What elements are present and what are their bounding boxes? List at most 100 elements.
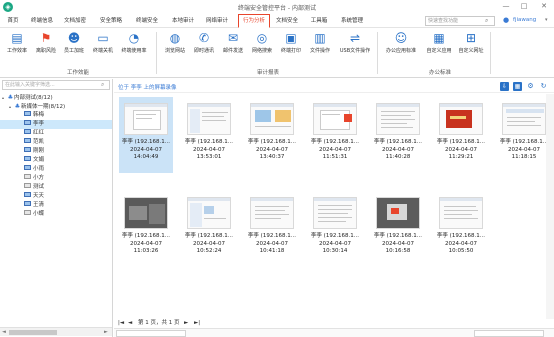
maximize-button[interactable]: □	[518, 1, 530, 12]
tool-im[interactable]: ✆ 即时通讯	[189, 31, 219, 65]
tool-shutdown[interactable]: ▭ 终端关机	[88, 31, 118, 65]
chevron-down-icon[interactable]: ▾	[545, 17, 548, 23]
menu-doc-security[interactable]: 文档安全	[274, 14, 300, 28]
menu-terminal-info[interactable]: 终端信息	[29, 14, 55, 28]
menu-doc-encrypt[interactable]: 文档加密	[62, 14, 88, 28]
next-page-button[interactable]: ►	[184, 318, 188, 328]
export-icon[interactable]: ⇩	[500, 82, 509, 91]
screenshot-thumbnail[interactable]	[187, 103, 231, 135]
tool-custom-app[interactable]: ▦ 自定义应用	[424, 31, 454, 65]
menu-system-admin[interactable]: 系统管理	[338, 14, 366, 28]
tree-item[interactable]: 王清	[0, 201, 112, 210]
menu-terminal-security[interactable]: 终端安全	[134, 14, 160, 28]
scrollbar-thumb[interactable]	[9, 330, 57, 335]
screenshot-time: 13:53:01	[196, 154, 222, 160]
tree-item[interactable]: 天天	[0, 192, 112, 201]
scroll-left-icon[interactable]: ◄	[2, 329, 6, 335]
tree-filter-input[interactable]: 在此输入关键字筛选...	[2, 80, 110, 90]
vertical-scrollbar[interactable]	[546, 94, 554, 319]
tool-label: 离职风险	[35, 48, 56, 54]
prev-page-button[interactable]: ◄	[128, 318, 132, 328]
screenshot-thumbnail[interactable]	[502, 103, 546, 135]
screenshot-item[interactable]: 李李 (192.168.1... 2024-04-07 10:52:24	[182, 191, 236, 267]
screenshot-item[interactable]: 李李 (192.168.1... 2024-04-07 14:04:49	[119, 97, 173, 173]
tree-item[interactable]: 刚刚	[0, 147, 112, 156]
screenshot-thumbnail[interactable]	[313, 197, 357, 229]
tool-printer[interactable]: ▣ 终端打印	[276, 31, 306, 65]
screenshot-item[interactable]: 李李 (192.168.1... 2024-04-07 10:05:50	[434, 191, 488, 267]
tool-mail[interactable]: ✉ 邮件发送	[218, 31, 248, 65]
search-icon[interactable]: ⌕	[101, 81, 104, 89]
tree-item[interactable]: 文娟	[0, 156, 112, 165]
screenshot-item[interactable]: 李李 (192.168.1... 2024-04-07 10:41:18	[245, 191, 299, 267]
tool-file-op[interactable]: ▥ 文件操作	[305, 31, 335, 65]
screenshot-thumbnail[interactable]	[187, 197, 231, 229]
tool-usage-rate[interactable]: ◔ 终端使用率	[119, 31, 149, 65]
tree-item-label: 韩梅	[33, 112, 45, 118]
menu-network-audit[interactable]: 网络审计	[204, 14, 230, 28]
tool-resign-risk[interactable]: ⚑ 离职风险	[31, 31, 61, 65]
minimize-button[interactable]: —	[500, 1, 512, 12]
screenshot-item[interactable]: 李李 (192.168.1... 2024-04-07 11:40:28	[371, 97, 425, 173]
tree-root[interactable]: ▴ ♣内部测试(8/12)	[0, 93, 112, 102]
screenshot-item[interactable]: 李李 (192.168.1... 2024-04-07 13:40:37	[245, 97, 299, 173]
tool-overtime[interactable]: ☻ 员工加班	[59, 31, 89, 65]
tree-item[interactable]: 小雨	[0, 165, 112, 174]
org-icon: ♣	[7, 94, 14, 101]
tree-item[interactable]: 小方	[0, 174, 112, 183]
menu-local-audit[interactable]: 本地审计	[170, 14, 196, 28]
tree-item[interactable]: 范凯	[0, 138, 112, 147]
tool-web-search[interactable]: ◎ 网络搜索	[247, 31, 277, 65]
screenshot-item[interactable]: 李李 (192.168.1... 2024-04-07 11:51:31	[308, 97, 362, 173]
screenshot-thumbnail[interactable]	[376, 197, 420, 229]
screenshot-thumbnail[interactable]	[439, 103, 483, 135]
tree-item[interactable]: 测试	[0, 183, 112, 192]
tool-label: 文件操作	[309, 48, 330, 54]
user-icon[interactable]: ●	[503, 16, 512, 25]
menu-security-policy[interactable]: 安全策略	[98, 14, 124, 28]
menu-home[interactable]: 首页	[4, 14, 22, 28]
screenshot-item[interactable]: 李李 (192.168.1... 2024-04-07 11:29:21	[434, 97, 488, 173]
screenshot-thumbnail[interactable]	[124, 103, 168, 135]
screenshot-item[interactable]: 李李 (192.168.1... 2024-04-07 11:18:15	[497, 97, 551, 173]
computer-icon	[24, 138, 31, 143]
tree-item[interactable]: 红红	[0, 129, 112, 138]
tool-custom-url[interactable]: ⊞ 自定义网址	[456, 31, 486, 65]
tool-usb-file-op[interactable]: ⇌ USB文件操作	[337, 31, 373, 65]
search-icon[interactable]: ⌕	[485, 17, 493, 25]
screenshot-thumbnail[interactable]	[439, 197, 483, 229]
screenshot-time: 11:51:31	[322, 154, 348, 160]
scroll-right-icon[interactable]: ►	[104, 329, 108, 335]
tree-group[interactable]: ▴ ♣新媒体一期(8/12)	[0, 102, 112, 111]
screenshot-item[interactable]: 李李 (192.168.1... 2024-04-07 10:16:58	[371, 191, 425, 267]
close-button[interactable]: ✕	[538, 1, 550, 12]
screenshot-date: 2024-04-07	[382, 147, 414, 153]
user-name[interactable]: fjiawang	[513, 17, 536, 23]
refresh-icon[interactable]: ↻	[539, 82, 548, 91]
tool-work-efficiency[interactable]: ▤ 工作效率	[2, 31, 32, 65]
group-divider	[156, 32, 157, 74]
window-title: 终端安全管控平台 - 内部测试	[238, 5, 316, 12]
tree-item-selected[interactable]: 李李	[0, 120, 112, 129]
screenshot-item[interactable]: 李李 (192.168.1... 2024-04-07 13:53:01	[182, 97, 236, 173]
screenshot-thumbnail[interactable]	[376, 103, 420, 135]
tool-browse-web[interactable]: ◍ 浏览网站	[160, 31, 190, 65]
last-page-button[interactable]: ►|	[194, 318, 200, 328]
tree-item[interactable]: 小蝶	[0, 210, 112, 219]
screenshot-thumbnail[interactable]	[124, 197, 168, 229]
screenshot-thumbnail[interactable]	[250, 103, 294, 135]
screenshot-thumbnail[interactable]	[313, 103, 357, 135]
menu-toolbox[interactable]: 工具箱	[308, 14, 330, 28]
horizontal-scrollbar[interactable]: ◄ ►	[0, 327, 112, 336]
screenshot-name: 李李 (192.168.1...	[184, 139, 234, 145]
screenshot-item[interactable]: 李李 (192.168.1... 2024-04-07 10:30:14	[308, 191, 362, 267]
tool-office-standard[interactable]: ☺ 办公应用标准	[383, 31, 419, 65]
screenshot-item[interactable]: 李李 (192.168.1... 2024-04-07 11:03:26	[119, 191, 173, 267]
menu-behavior-analysis[interactable]: 行为分析	[238, 14, 270, 28]
first-page-button[interactable]: |◄	[118, 318, 124, 328]
grid-view-icon[interactable]: ▦	[513, 82, 522, 91]
gear-icon[interactable]: ⚙	[526, 82, 535, 91]
efficiency-icon: ▤	[11, 31, 23, 45]
tree-item[interactable]: 韩梅	[0, 111, 112, 120]
screenshot-thumbnail[interactable]	[250, 197, 294, 229]
